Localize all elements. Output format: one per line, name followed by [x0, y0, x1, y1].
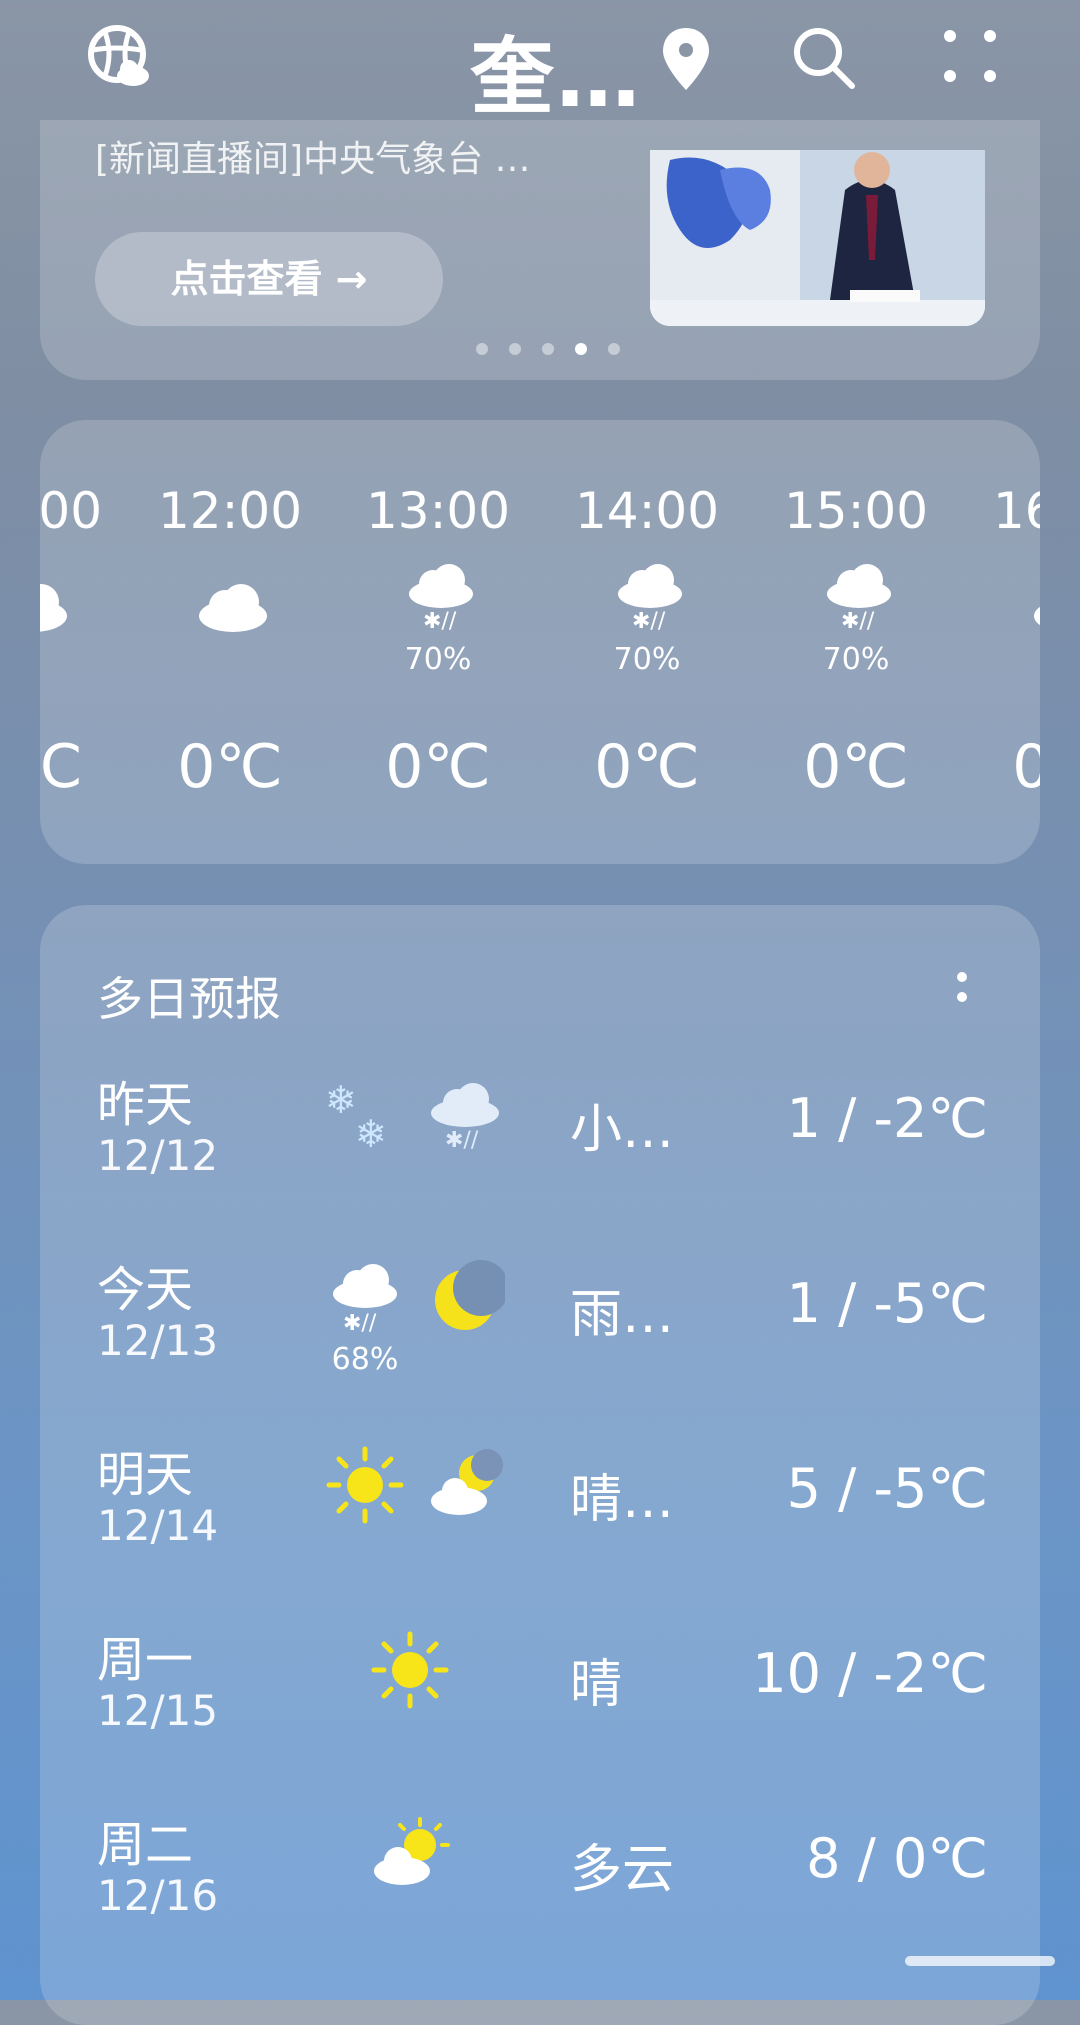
pager-dot	[509, 343, 522, 355]
row-day: 周二	[97, 1817, 194, 1873]
row-temp-range: 1 / -5℃	[786, 1272, 988, 1335]
hour-time: 14:00	[574, 482, 720, 540]
sleet-icon: ✱//	[827, 564, 891, 634]
hour-precip: 70%	[613, 642, 681, 677]
news-headline[interactable]: [新闻直播间]中央气象台 …	[95, 130, 531, 182]
svg-text:❄: ❄	[325, 1078, 357, 1122]
svg-text:✱//: ✱//	[632, 609, 666, 634]
hour-temp: 0℃	[40, 732, 83, 802]
svg-text:✱//: ✱//	[343, 1311, 377, 1336]
svg-text:❄: ❄	[355, 1112, 387, 1155]
hourly-forecast-card[interactable]: 11:00 0℃ 12:00 0℃ 13:00 ✱// 70% 0℃ 14:00…	[40, 420, 1040, 864]
row-date: 12/15	[97, 1686, 219, 1735]
hour-precip: 70%	[404, 642, 472, 677]
news-video-thumbnail[interactable]	[650, 150, 985, 326]
moon-icon	[435, 1260, 505, 1330]
city-title[interactable]: 奎…	[470, 10, 642, 131]
sun-icon	[326, 1446, 404, 1524]
hour-temp: 0℃	[385, 732, 491, 802]
hour-temp: 0℃	[1012, 732, 1040, 802]
pager-dot	[608, 343, 621, 355]
hour-temp: 0℃	[803, 732, 909, 802]
row-day: 昨天	[97, 1077, 194, 1133]
hour-precip: 70%	[822, 642, 890, 677]
daily-row[interactable]: 今天 12/13 ✱// 68% 雨… 1 / -5℃	[40, 1250, 1040, 1430]
row-condition: 多云	[570, 1840, 675, 1900]
row-temp-range: 10 / -2℃	[752, 1642, 988, 1705]
daily-row[interactable]: 周二 12/16 多云 8 / 0℃	[40, 1805, 1040, 1985]
daily-forecast-title: 多日预报	[97, 972, 281, 1026]
daily-row[interactable]: 周一 12/15 晴 10 / -2℃	[40, 1620, 1040, 1800]
hour-time: 12:00	[157, 482, 303, 540]
row-condition: 晴	[570, 1655, 623, 1715]
gesture-navigation-bar[interactable]	[905, 1956, 1055, 1966]
more-vertical-icon[interactable]	[952, 961, 972, 1021]
view-news-button[interactable]: 点击查看 →	[95, 232, 443, 326]
hour-temp: 0℃	[177, 732, 283, 802]
news-pager-dots	[476, 340, 636, 359]
sleet-icon: ✱//	[431, 1083, 499, 1153]
row-temp-range: 8 / 0℃	[806, 1827, 988, 1890]
pager-dot-active	[575, 343, 588, 355]
sleet-icon: ✱//	[618, 564, 682, 634]
row-temp-range: 5 / -5℃	[786, 1457, 988, 1520]
row-date: 12/16	[97, 1871, 219, 1920]
pager-dot	[476, 343, 488, 355]
hour-time: 15:00	[783, 482, 929, 540]
news-card[interactable]: [新闻直播间]中央气象台 … 点击查看 →	[40, 120, 1040, 380]
cloud-icon	[40, 584, 67, 632]
cloud-icon	[199, 584, 267, 632]
row-day: 明天	[97, 1447, 194, 1503]
row-date: 12/14	[97, 1501, 219, 1550]
hour-time: 16:00	[992, 482, 1040, 540]
svg-text:✱//: ✱//	[841, 609, 875, 634]
search-icon[interactable]	[790, 24, 858, 92]
location-pin-icon[interactable]	[660, 26, 712, 92]
row-condition: 雨…	[570, 1285, 675, 1345]
globe-cloud-icon[interactable]	[85, 22, 157, 94]
daily-row[interactable]: 昨天 12/12 ❄ ❄ ✱// 小… 1 / -2℃	[40, 1065, 1040, 1245]
row-condition: 小…	[570, 1100, 675, 1160]
hour-temp: 0℃	[594, 732, 700, 802]
row-condition: 晴…	[570, 1470, 675, 1530]
row-date: 12/12	[97, 1131, 219, 1180]
moon-cloud-icon	[431, 1449, 503, 1515]
row-precip: 68%	[331, 1342, 399, 1377]
daily-forecast-card: 多日预报 昨天 12/12 ❄ ❄ ✱// 小… 1 / -2℃ 今天 12/1…	[40, 905, 1040, 2025]
row-date: 12/13	[97, 1316, 219, 1365]
cloud-icon	[1034, 606, 1040, 626]
svg-text:✱//: ✱//	[445, 1128, 479, 1153]
news-thumbnail-image	[650, 150, 985, 326]
sleet-icon: ✱//	[333, 1264, 397, 1336]
svg-text:✱//: ✱//	[423, 609, 457, 634]
row-day: 周一	[97, 1632, 194, 1688]
hour-time: 13:00	[365, 482, 511, 540]
snowflake-icon: ❄ ❄	[325, 1078, 387, 1155]
sun-cloud-icon	[374, 1817, 450, 1885]
pager-dot	[542, 343, 555, 355]
more-grid-icon[interactable]	[940, 26, 1000, 86]
row-temp-range: 1 / -2℃	[786, 1087, 988, 1150]
sun-icon	[371, 1631, 449, 1709]
hour-time: 11:00	[40, 482, 103, 540]
sleet-icon: ✱//	[409, 564, 473, 634]
daily-row[interactable]: 明天 12/14 晴… 5 / -5℃	[40, 1435, 1040, 1615]
row-day: 今天	[97, 1262, 194, 1318]
